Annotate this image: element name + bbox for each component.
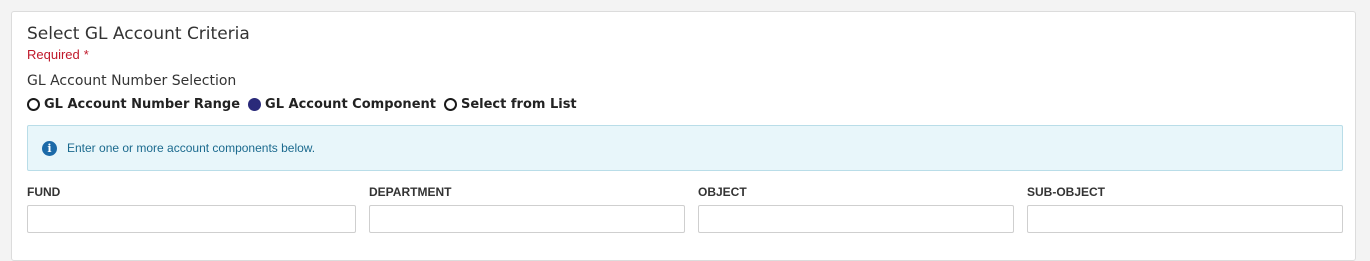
required-label: Required: [27, 47, 80, 62]
radio-label-range: GL Account Number Range: [44, 97, 241, 112]
radio-gl-account-component[interactable]: GL Account Component: [248, 97, 436, 112]
required-star: *: [83, 47, 89, 62]
fund-label: FUND: [27, 185, 61, 199]
info-message: Enter one or more account components bel…: [67, 141, 316, 155]
radio-label-list: Select from List: [460, 97, 577, 112]
info-banner: i Enter one or more account components b…: [27, 125, 1343, 171]
section-title: Select GL Account Criteria: [27, 24, 250, 44]
sub-object-label: SUB-OBJECT: [1027, 185, 1106, 199]
selection-label: GL Account Number Selection: [27, 73, 237, 89]
object-label: OBJECT: [698, 185, 747, 199]
required-indicator: Required *: [27, 47, 89, 62]
radio-label-component: GL Account Component: [265, 97, 436, 112]
gl-selection-radio-group: GL Account Number Range GL Account Compo…: [27, 97, 577, 112]
department-input[interactable]: [369, 205, 685, 233]
info-icon: i: [42, 140, 57, 156]
radio-circle[interactable]: [27, 98, 40, 111]
radio-gl-number-range[interactable]: GL Account Number Range: [27, 97, 240, 112]
radio-select-from-list[interactable]: Select from List: [443, 97, 577, 112]
fund-input[interactable]: [27, 205, 356, 233]
radio-circle[interactable]: [443, 98, 457, 111]
sub-object-input[interactable]: [1027, 205, 1343, 233]
department-label: DEPARTMENT: [369, 185, 452, 199]
radio-circle-selected[interactable]: [248, 98, 262, 111]
object-input[interactable]: [698, 205, 1014, 233]
